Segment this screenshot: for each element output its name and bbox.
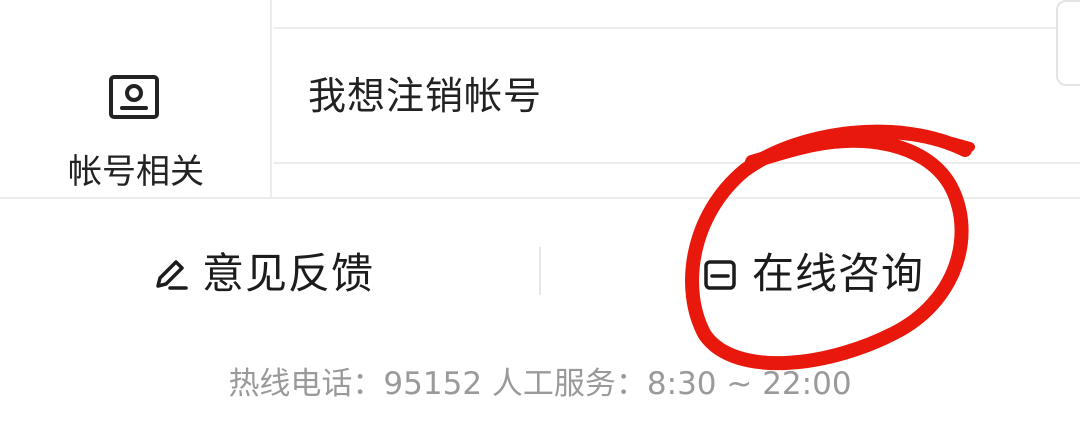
faq-item-text: 我想注销帐号 xyxy=(308,74,543,118)
faq-item[interactable]: 我想注销帐号 xyxy=(274,29,1080,163)
chat-bubble-icon xyxy=(704,260,736,290)
divider xyxy=(274,162,1080,164)
help-center-panel: 帐号相关 我想注销帐号 意见反馈 在线咨询 热线电话：95152 人工服务：8:… xyxy=(0,0,1080,430)
online-consult-button[interactable]: 在线咨询 xyxy=(700,239,924,309)
consult-label: 在线咨询 xyxy=(752,249,925,298)
category-tab-account[interactable]: 帐号相关 xyxy=(0,0,272,198)
category-label: 帐号相关 xyxy=(68,152,204,192)
action-separator xyxy=(539,247,541,295)
hotline-text: 热线电话：95152 人工服务：8:30 ~ 22:00 xyxy=(228,366,852,402)
action-bar: 意见反馈 在线咨询 xyxy=(0,199,1080,349)
feedback-label: 意见反馈 xyxy=(202,249,375,298)
scrollbar-thumb[interactable] xyxy=(1056,0,1080,86)
account-card-icon xyxy=(109,75,159,119)
faq-section: 帐号相关 我想注销帐号 xyxy=(0,0,1080,198)
feedback-button[interactable]: 意见反馈 xyxy=(150,239,374,309)
pencil-icon xyxy=(156,260,188,290)
